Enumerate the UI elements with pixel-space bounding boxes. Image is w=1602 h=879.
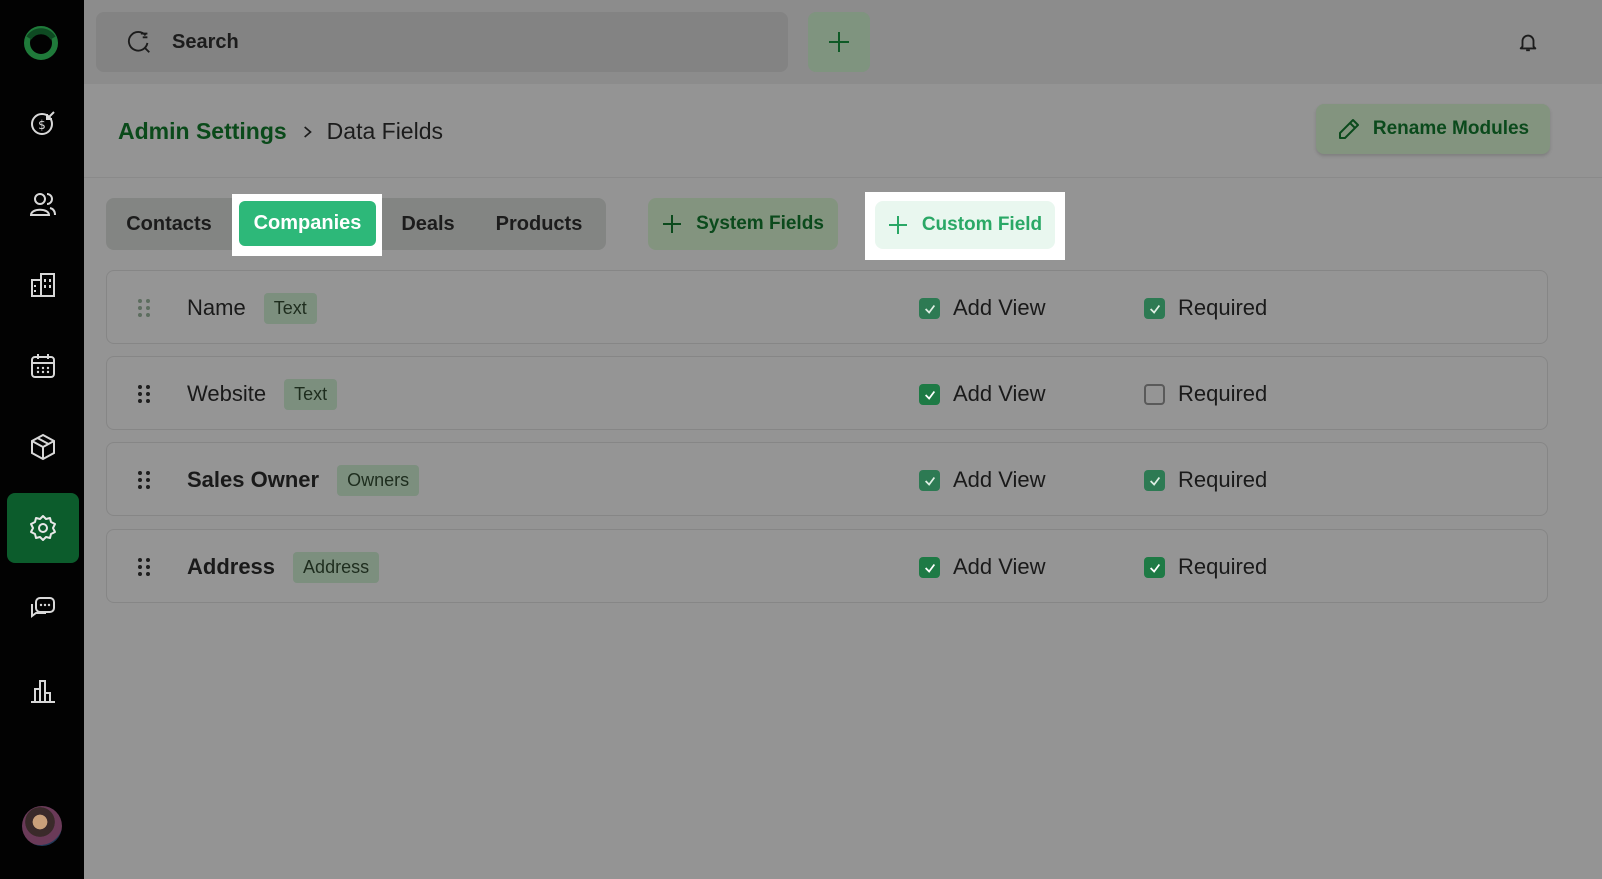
check-icon [924, 304, 935, 314]
sidebar-item-contacts[interactable] [7, 169, 79, 239]
contacts-icon [29, 193, 56, 216]
check-icon [1149, 476, 1160, 486]
field-type-badge: Address [293, 551, 380, 583]
bell-icon [1519, 34, 1537, 52]
field-type-badge: Text [263, 292, 317, 324]
drag-handle-icon[interactable] [137, 384, 151, 404]
required-label: Required [1178, 295, 1268, 320]
add-view-label: Add View [953, 381, 1046, 406]
products-icon [31, 433, 55, 461]
field-name-label: Sales Owner [187, 467, 320, 492]
sidebar-item-calendar[interactable] [7, 331, 79, 401]
sidebar-item-settings[interactable] [7, 493, 79, 563]
plus-icon [888, 216, 907, 234]
plus-icon [663, 215, 682, 233]
sidebar-item-revenue[interactable]: $ [7, 88, 79, 158]
user-avatar[interactable] [22, 806, 62, 846]
plus-icon [829, 32, 849, 52]
revenue-icon: $ [31, 111, 55, 135]
required-label: Required [1178, 381, 1268, 406]
sidebar-item-products[interactable] [7, 412, 79, 482]
pencil-icon [1338, 119, 1359, 139]
topbar: Search [84, 0, 1602, 84]
sidebar-item-companies[interactable] [7, 250, 79, 320]
rename-modules-label: Rename Modules [1372, 118, 1530, 139]
field-name: Website Text [187, 357, 338, 431]
field-name-label: Address [187, 554, 276, 579]
field-row: Sales Owner Owners Add View Required [106, 442, 1548, 516]
tab-products[interactable]: Products [476, 198, 602, 250]
field-name: Name Text [187, 271, 317, 345]
notifications-button[interactable] [1514, 28, 1542, 56]
required-checkbox[interactable] [1144, 557, 1165, 578]
app-logo-icon[interactable] [24, 26, 58, 60]
drag-handle-icon[interactable] [137, 298, 151, 318]
required-label: Required [1178, 467, 1268, 492]
required-label: Required [1178, 554, 1268, 579]
settings-icon [30, 515, 56, 541]
reports-icon [31, 680, 55, 703]
field-name: Address Address [187, 530, 380, 604]
field-name-label: Name [187, 295, 246, 320]
field-type-badge: Owners [337, 464, 420, 496]
check-icon [924, 390, 935, 400]
custom-field-button[interactable]: Custom Field [875, 201, 1055, 249]
page-header: Admin Settings Data Fields Rename Module… [84, 84, 1602, 178]
field-row: Address Address Add View Required [106, 529, 1548, 603]
sidebar-item-reports[interactable] [7, 655, 79, 725]
add-view-checkbox[interactable] [919, 384, 940, 405]
search-icon [124, 27, 154, 57]
page-title: Data Fields [326, 118, 443, 144]
check-icon [924, 476, 935, 486]
messages-icon [31, 597, 55, 618]
add-view-label: Add View [953, 467, 1046, 492]
add-view-checkbox[interactable] [919, 298, 940, 319]
main-content: Search Admin Settings Data Fields Rename… [84, 0, 1602, 879]
check-icon [1149, 304, 1160, 314]
required-checkbox[interactable] [1144, 470, 1165, 491]
tab-deals[interactable]: Deals [384, 198, 472, 250]
system-fields-label: System Fields [696, 213, 824, 234]
drag-handle-icon[interactable] [137, 557, 151, 577]
drag-handle-icon[interactable] [137, 470, 151, 490]
breadcrumb: Admin Settings Data Fields [118, 118, 443, 145]
system-fields-button[interactable]: System Fields [648, 198, 838, 250]
check-icon [924, 563, 935, 573]
sidebar: $ [0, 0, 84, 879]
check-icon [1149, 563, 1160, 573]
required-checkbox[interactable] [1144, 298, 1165, 319]
custom-field-label: Custom Field [921, 214, 1043, 235]
field-name-label: Website [187, 381, 267, 406]
add-view-checkbox[interactable] [919, 470, 940, 491]
companies-icon [31, 273, 55, 297]
chevron-right-icon [303, 124, 313, 140]
required-checkbox[interactable] [1144, 384, 1165, 405]
tab-companies[interactable]: Companies [239, 201, 376, 246]
breadcrumb-admin-settings[interactable]: Admin Settings [118, 118, 287, 145]
field-type-badge: Text [284, 378, 338, 410]
rename-modules-button[interactable]: Rename Modules [1316, 104, 1550, 154]
field-name: Sales Owner Owners [187, 443, 420, 517]
search-input[interactable]: Search [172, 31, 239, 54]
sidebar-item-messages[interactable] [7, 574, 79, 644]
svg-text:$: $ [38, 118, 46, 132]
add-view-checkbox[interactable] [919, 557, 940, 578]
quick-add-button[interactable] [808, 12, 870, 72]
calendar-icon [31, 354, 55, 378]
add-view-label: Add View [953, 295, 1046, 320]
field-row: Name Text Add View Required [106, 270, 1548, 344]
search-bar[interactable]: Search [96, 12, 788, 72]
add-view-label: Add View [953, 554, 1046, 579]
tab-contacts[interactable]: Contacts [106, 198, 232, 250]
field-row: Website Text Add View Required [106, 356, 1548, 430]
